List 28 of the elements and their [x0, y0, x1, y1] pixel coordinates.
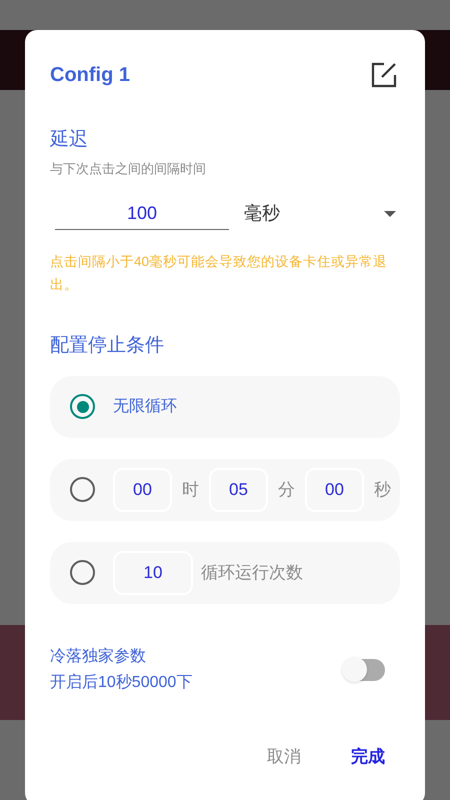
time-input[interactable]: 05: [209, 468, 268, 512]
feature-label: 冷落独家参数: [50, 646, 147, 666]
time-unit: 时: [182, 478, 199, 501]
option-label: 无限循环: [113, 396, 177, 416]
toggle-switch[interactable]: [341, 656, 387, 684]
stop-option[interactable]: 00 时 05 分 00 秒: [50, 458, 400, 520]
dialog-title: Config 1: [50, 63, 130, 88]
time-input[interactable]: 00: [113, 468, 172, 512]
stop-option[interactable]: 无限循环: [50, 376, 400, 438]
time-input[interactable]: 00: [305, 468, 364, 512]
radio-button[interactable]: [70, 560, 95, 585]
section-heading: 配置停止条件: [50, 334, 165, 358]
caret-icon: [384, 210, 396, 216]
done-button[interactable]: 完成: [351, 744, 385, 769]
feature-label: 开启后10秒50000下: [50, 672, 192, 692]
count-input[interactable]: 10: [113, 550, 193, 594]
section-heading: 延迟: [50, 128, 89, 152]
count-label: 循环运行次数: [201, 562, 303, 584]
warning-text: 点击间隔小于40毫秒可能会导致您的设备卡住或异常退出。: [50, 252, 388, 294]
unit-dropdown[interactable]: 毫秒: [244, 198, 400, 230]
edit-icon[interactable]: [371, 62, 397, 88]
section-description: 与下次点击之间的间隔时间: [50, 160, 207, 178]
delay-input[interactable]: 100: [55, 198, 229, 230]
stop-option[interactable]: 10 循环运行次数: [50, 542, 400, 604]
radio-button[interactable]: [70, 394, 95, 419]
time-unit: 秒: [374, 478, 391, 501]
radio-button[interactable]: [70, 477, 95, 502]
time-unit: 分: [278, 478, 295, 501]
